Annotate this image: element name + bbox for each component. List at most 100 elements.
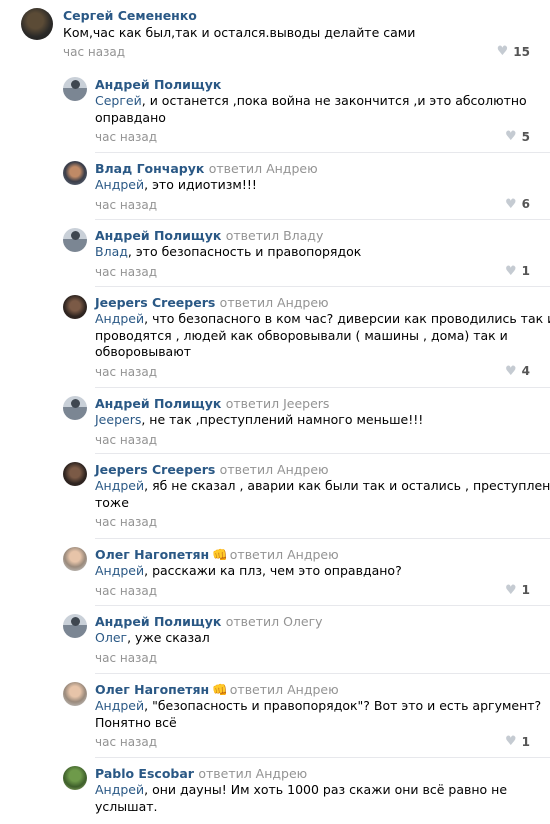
heart-icon: ♥ bbox=[504, 196, 517, 212]
author-name[interactable]: Олег Нагопетян 👊 ответил Андрею bbox=[95, 682, 339, 698]
like-count: 6 bbox=[521, 197, 530, 211]
like-button[interactable]: ♥ 1 bbox=[505, 734, 530, 749]
avatar[interactable] bbox=[63, 228, 87, 252]
comment-time[interactable]: час назад bbox=[63, 45, 125, 59]
comment-text-line: Влад, это безопасность и правопорядок bbox=[95, 244, 361, 261]
addressee-link[interactable]: Влад bbox=[95, 244, 128, 259]
author-link[interactable]: Влад Гончарук bbox=[95, 161, 204, 176]
comment-text-line: Андрей, "безопасность и правопорядок"? В… bbox=[95, 698, 541, 715]
like-button[interactable]: ♥ 1 bbox=[505, 583, 530, 598]
avatar[interactable] bbox=[63, 161, 87, 185]
like-button[interactable]: ♥ 5 bbox=[505, 129, 530, 144]
author-link[interactable]: Андрей Полищук bbox=[95, 77, 221, 92]
divider bbox=[95, 673, 550, 674]
comment-time[interactable]: час назад bbox=[95, 130, 157, 144]
replied-to[interactable]: ответил Андрею bbox=[230, 547, 339, 562]
avatar[interactable] bbox=[63, 396, 87, 420]
comment-time[interactable]: час назад bbox=[95, 433, 157, 447]
comment-text: обворовывают bbox=[95, 344, 192, 359]
avatar[interactable] bbox=[63, 547, 87, 571]
author-link[interactable]: Андрей Полищук bbox=[95, 228, 221, 243]
replied-to[interactable]: ответил Jeepers bbox=[226, 396, 330, 411]
addressee-link[interactable]: Андрей bbox=[95, 177, 144, 192]
addressee-link[interactable]: Jeepers bbox=[95, 412, 141, 427]
comment-time[interactable]: час назад bbox=[95, 265, 157, 279]
addressee-link[interactable]: Олег bbox=[95, 630, 127, 645]
comment-time[interactable]: час назад bbox=[95, 584, 157, 598]
avatar[interactable] bbox=[63, 766, 87, 790]
replied-to[interactable]: ответил Андрею bbox=[198, 766, 307, 781]
author-link[interactable]: Олег Нагопетян bbox=[95, 547, 209, 562]
like-button[interactable]: ♥ 6 bbox=[505, 197, 530, 212]
avatar[interactable] bbox=[63, 77, 87, 101]
comment-text: , "безопасность и правопорядок"? Вот это… bbox=[144, 698, 542, 713]
author-name[interactable]: Андрей Полищук ответил Владу bbox=[95, 228, 323, 243]
replied-to[interactable]: ответил Олегу bbox=[226, 614, 323, 629]
divider bbox=[95, 219, 550, 220]
comment-text-line: Сергей, и останется ,пока война не закон… bbox=[95, 93, 527, 110]
like-count: 1 bbox=[521, 583, 530, 597]
author-name[interactable]: Сергей Семененко bbox=[63, 8, 197, 23]
addressee-link[interactable]: Андрей bbox=[95, 478, 144, 493]
avatar[interactable] bbox=[21, 8, 53, 40]
author-name[interactable]: Андрей Полищук bbox=[95, 77, 221, 92]
addressee-link[interactable]: Андрей bbox=[95, 698, 144, 713]
like-button[interactable]: ♥ 4 bbox=[505, 364, 530, 379]
author-link[interactable]: Андрей Полищук bbox=[95, 396, 221, 411]
author-name[interactable]: Олег Нагопетян 👊 ответил Андрею bbox=[95, 547, 339, 563]
author-link[interactable]: Jeepers Creepers bbox=[95, 295, 215, 310]
addressee-link[interactable]: Андрей bbox=[95, 311, 144, 326]
comment-text: , это безопасность и правопорядок bbox=[127, 244, 362, 259]
comment-text: Ком,час как был,так и остался.выводы дел… bbox=[63, 25, 416, 40]
comment-time[interactable]: час назад bbox=[95, 515, 157, 529]
avatar[interactable] bbox=[63, 295, 87, 319]
replied-to[interactable]: ответил Андрею bbox=[220, 462, 329, 477]
addressee-link[interactable]: Сергей bbox=[95, 93, 142, 108]
author-name[interactable]: Андрей Полищук ответил Олегу bbox=[95, 614, 323, 629]
comment-time[interactable]: час назад bbox=[95, 651, 157, 665]
comment-text: , яб не сказал , аварии как были так и о… bbox=[144, 478, 550, 493]
author-name[interactable]: Jeepers Creepers ответил Андрею bbox=[95, 462, 329, 477]
fist-emoji-icon: 👊 bbox=[212, 682, 228, 697]
author-link[interactable]: Pablo Escobar bbox=[95, 766, 194, 781]
author-name[interactable]: Андрей Полищук ответил Jeepers bbox=[95, 396, 329, 411]
replied-to[interactable]: ответил Андрею bbox=[209, 161, 318, 176]
author-name[interactable]: Влад Гончарук ответил Андрею bbox=[95, 161, 318, 176]
avatar[interactable] bbox=[63, 462, 87, 486]
heart-icon: ♥ bbox=[496, 44, 509, 59]
author-name[interactable]: Jeepers Creepers ответил Андрею bbox=[95, 295, 329, 310]
comment-time[interactable]: час назад bbox=[95, 365, 157, 379]
comment-text-line: проводятся , людей как обворовывали ( ма… bbox=[95, 328, 508, 345]
replied-to[interactable]: ответил Андрею bbox=[230, 682, 339, 697]
comment-time[interactable]: час назад bbox=[95, 198, 157, 212]
comment-time[interactable]: час назад bbox=[95, 735, 157, 749]
like-count: 15 bbox=[513, 44, 530, 59]
divider bbox=[95, 538, 550, 539]
author-link[interactable]: Андрей Полищук bbox=[95, 614, 221, 629]
comment-text: Понятно всё bbox=[95, 714, 177, 730]
divider bbox=[95, 286, 550, 287]
addressee-link[interactable]: Андрей bbox=[95, 782, 144, 797]
comment-text-line: Jeepers, не так ,преступлений намного ме… bbox=[95, 412, 423, 429]
heart-icon: ♥ bbox=[504, 582, 517, 598]
like-button[interactable]: ♥ 1 bbox=[505, 264, 530, 279]
comment-text-line: Понятно всё bbox=[95, 715, 177, 732]
comment-text-line: Андрей, что безопасного в ком час? дивер… bbox=[95, 311, 550, 328]
comment-text-line: обворовывают bbox=[95, 344, 191, 361]
heart-icon: ♥ bbox=[504, 263, 517, 279]
addressee-link[interactable]: Андрей bbox=[95, 563, 144, 578]
like-button[interactable]: ♥ 15 bbox=[497, 44, 530, 59]
author-link[interactable]: Олег Нагопетян bbox=[95, 682, 209, 697]
comment-text: , это идиотизм!!! bbox=[144, 177, 257, 192]
author-link[interactable]: Jeepers Creepers bbox=[95, 462, 215, 477]
replied-to[interactable]: ответил Андрею bbox=[220, 295, 329, 310]
avatar[interactable] bbox=[63, 614, 87, 638]
comment-text-line: оправдано bbox=[95, 110, 166, 127]
author-name[interactable]: Pablo Escobar ответил Андрею bbox=[95, 766, 307, 781]
avatar[interactable] bbox=[63, 682, 87, 706]
divider bbox=[95, 152, 550, 153]
comment-text: проводятся , людей как обворовывали ( ма… bbox=[95, 327, 508, 343]
comment-text-line: Андрей, расскажи ка плз, чем это оправда… bbox=[95, 563, 402, 580]
replied-to[interactable]: ответил Владу bbox=[226, 228, 324, 243]
comment-text: , они дауны! Им хоть 1000 раз скажи они … bbox=[144, 782, 508, 797]
